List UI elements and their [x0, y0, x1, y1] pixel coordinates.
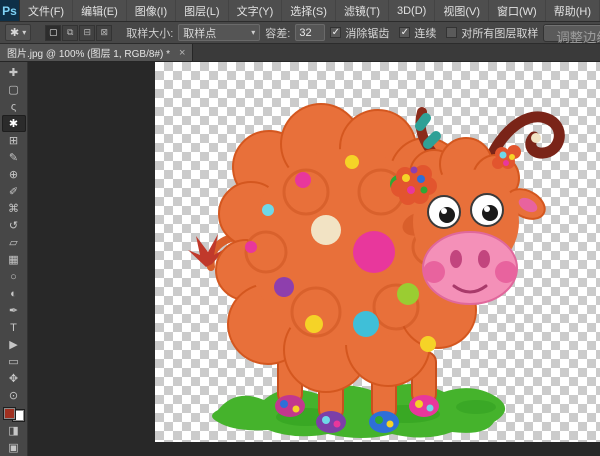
marquee-tool[interactable]: ▢ — [2, 81, 26, 98]
menu-file[interactable]: 文件(F) — [20, 0, 73, 21]
eraser-tool[interactable]: ▱ — [2, 234, 26, 251]
cheek-left — [423, 261, 445, 283]
sample-size-select[interactable]: 取样点 ▾ — [178, 24, 260, 41]
tool-list: ✚▢ς✱⊞✎⊕✐⌘↺▱▦○◐✒T▶▭✥⊙ — [2, 64, 26, 404]
chevron-down-icon: ▾ — [22, 28, 26, 37]
menu-3d[interactable]: 3D(D) — [389, 0, 435, 21]
tolerance-input[interactable] — [295, 24, 325, 41]
checkbox-box: ✓ — [330, 27, 341, 38]
mode-add-to-selection[interactable]: ⧉ — [62, 25, 78, 41]
cartoon-ox-artwork — [155, 62, 600, 442]
checkbox-label: 对所有图层取样 — [461, 25, 538, 41]
checkbox-box — [446, 27, 457, 38]
cheek-right — [495, 261, 517, 283]
menu-type[interactable]: 文字(Y) — [229, 0, 283, 21]
mode-subtract-from-selection[interactable]: ⊟ — [79, 25, 95, 41]
move-tool[interactable]: ✚ — [2, 64, 26, 81]
tolerance-label: 容差: — [265, 25, 290, 41]
photoshop-logo: Ps — [0, 0, 20, 21]
menu-image[interactable]: 图像(I) — [127, 0, 176, 21]
selection-mode-buttons: ▢⧉⊟⊠ — [45, 25, 112, 41]
tool-preset-picker[interactable]: ✱ ▾ — [5, 24, 31, 41]
document-tab-title: 图片.jpg @ 100% (图层 1, RGB/8#) * — [7, 45, 170, 60]
lasso-tool[interactable]: ς — [2, 98, 26, 115]
grass-shade — [456, 400, 496, 414]
foreground-color-swatch[interactable] — [3, 407, 16, 420]
checkbox-contiguous[interactable]: ✓ 连续 — [399, 25, 436, 41]
horn-tip — [531, 133, 541, 143]
nostril-left — [450, 250, 462, 268]
menubar: Ps 文件(F)编辑(E)图像(I)图层(L)文字(Y)选择(S)滤镜(T)3D… — [0, 0, 600, 22]
magic-wand-tool[interactable]: ✱ — [2, 115, 26, 132]
gradient-tool[interactable]: ▦ — [2, 251, 26, 268]
check-icon: ✓ — [332, 27, 340, 38]
sample-size-label: 取样大小: — [126, 25, 173, 41]
menu-help[interactable]: 帮助(H) — [546, 0, 600, 21]
document-tab[interactable]: 图片.jpg @ 100% (图层 1, RGB/8#) * × — [0, 44, 193, 61]
checkbox-sample-all-layers[interactable]: 对所有图层取样 — [446, 25, 538, 41]
chevron-down-icon: ▾ — [251, 28, 255, 37]
pen-tool[interactable]: ✒ — [2, 302, 26, 319]
crop-tool[interactable]: ⊞ — [2, 132, 26, 149]
type-tool[interactable]: T — [2, 319, 26, 336]
menu-view[interactable]: 视图(V) — [435, 0, 489, 21]
eyedropper-tool[interactable]: ✎ — [2, 149, 26, 166]
close-icon[interactable]: × — [179, 47, 185, 59]
dodge-tool[interactable]: ◐ — [2, 285, 26, 302]
menu-window[interactable]: 窗口(W) — [489, 0, 546, 21]
quick-mask-button[interactable]: ◨ — [2, 422, 26, 439]
menu-edit[interactable]: 编辑(E) — [73, 0, 127, 21]
screen-mode-button[interactable]: ▣ — [2, 439, 26, 456]
magic-wand-icon: ✱ — [10, 26, 19, 39]
checkbox-label: 连续 — [414, 25, 436, 41]
option-checkboxes: ✓ 消除锯齿 ✓ 连续 对所有图层取样 — [330, 25, 538, 41]
clone-stamp-tool[interactable]: ⌘ — [2, 200, 26, 217]
toolbar-extra-buttons: ◨▣ — [2, 422, 26, 456]
path-selection-tool[interactable]: ▶ — [2, 336, 26, 353]
document-tab-bar: 图片.jpg @ 100% (图层 1, RGB/8#) * × — [0, 44, 600, 62]
hand-tool[interactable]: ✥ — [2, 370, 26, 387]
sample-size-value: 取样点 — [183, 25, 216, 41]
document-canvas[interactable] — [155, 62, 600, 442]
options-bar: ✱ ▾ ▢⧉⊟⊠ 取样大小: 取样点 ▾ 容差: ✓ 消除锯齿 ✓ 连续 对所有… — [0, 22, 600, 44]
nostril-right — [478, 250, 490, 268]
history-brush-tool[interactable]: ↺ — [2, 217, 26, 234]
main-area: ✚▢ς✱⊞✎⊕✐⌘↺▱▦○◐✒T▶▭✥⊙ ◨▣ — [0, 62, 600, 456]
checkbox-anti-alias[interactable]: ✓ 消除锯齿 — [330, 25, 389, 41]
brush-tool[interactable]: ✐ — [2, 183, 26, 200]
mode-new-selection[interactable]: ▢ — [45, 25, 61, 41]
tool-bar: ✚▢ς✱⊞✎⊕✐⌘↺▱▦○◐✒T▶▭✥⊙ ◨▣ — [0, 62, 28, 456]
checkbox-box: ✓ — [399, 27, 410, 38]
menu-select[interactable]: 选择(S) — [282, 0, 336, 21]
zoom-tool[interactable]: ⊙ — [2, 387, 26, 404]
checkbox-label: 消除锯齿 — [345, 25, 389, 41]
refine-edge-button[interactable]: 调整边缘… — [543, 24, 600, 42]
canvas-area — [28, 62, 600, 456]
menu-layer[interactable]: 图层(L) — [176, 0, 228, 21]
mode-intersect-selection[interactable]: ⊠ — [96, 25, 112, 41]
check-icon: ✓ — [401, 27, 409, 38]
shape-tool[interactable]: ▭ — [2, 353, 26, 370]
color-swatches[interactable] — [3, 407, 25, 422]
blur-tool[interactable]: ○ — [2, 268, 26, 285]
healing-brush-tool[interactable]: ⊕ — [2, 166, 26, 183]
menu-filter[interactable]: 滤镜(T) — [336, 0, 389, 21]
menu-items: 文件(F)编辑(E)图像(I)图层(L)文字(Y)选择(S)滤镜(T)3D(D)… — [20, 0, 600, 21]
